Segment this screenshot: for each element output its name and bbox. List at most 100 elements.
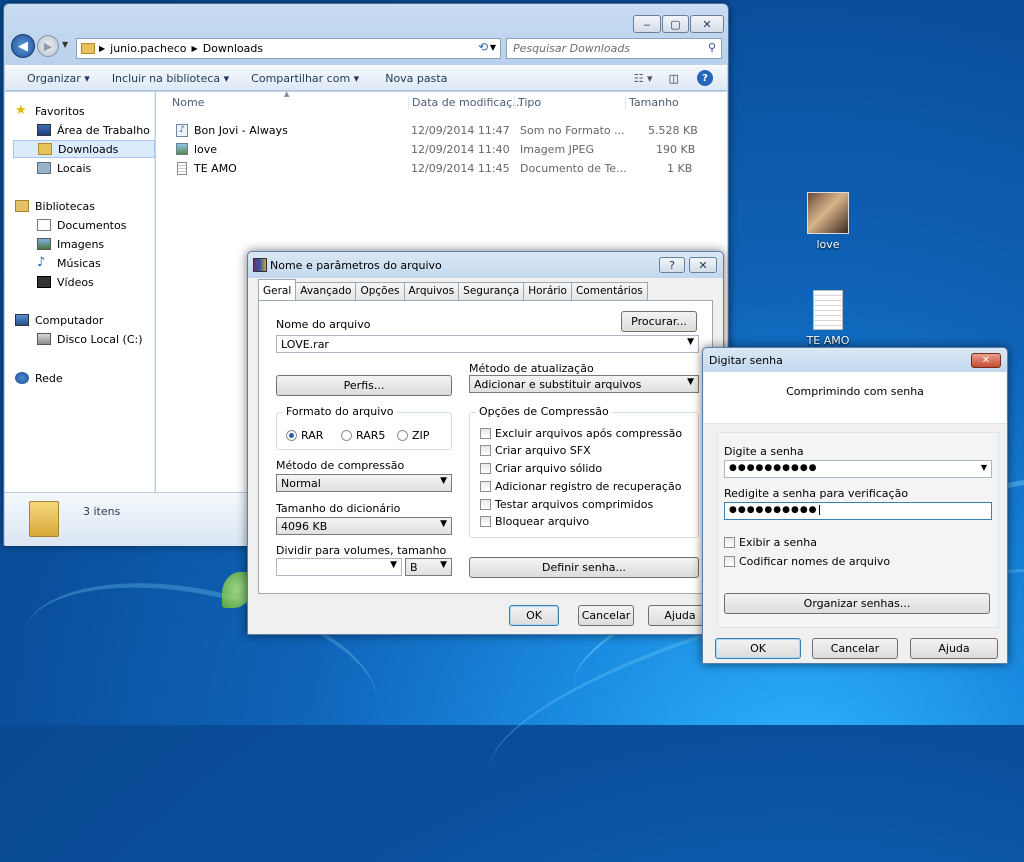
password-heading: Comprimindo com senha [786, 385, 924, 398]
tab-avancado[interactable]: Avançado [295, 282, 357, 300]
archive-format-group: Formato do arquivo RAR RAR5 ZIP [276, 405, 452, 450]
profiles-button[interactable]: Perfis... [276, 375, 452, 396]
desktop-icon-love[interactable]: love [800, 192, 856, 251]
reenter-password-input[interactable]: ●●●●●●●●●● [724, 502, 992, 520]
command-bar: Organizar ▾ Incluir na biblioteca ▾ Comp… [5, 65, 727, 91]
chevron-down-icon[interactable]: ▼ [981, 463, 987, 472]
lock-archive-checkbox[interactable]: Bloquear arquivo [480, 515, 589, 528]
item-count: 3 itens [83, 505, 121, 518]
tab-arquivos[interactable]: Arquivos [403, 282, 460, 300]
tab-opcoes[interactable]: Opções [355, 282, 405, 300]
split-size-field[interactable]: ▼ [276, 558, 402, 576]
chevron-down-icon[interactable]: ▼ [687, 337, 694, 347]
delete-after-checkbox[interactable]: Excluir arquivos após compressão [480, 427, 682, 440]
dictionary-size-select[interactable]: 4096 KB ▼ [276, 517, 452, 535]
nav-downloads[interactable]: Downloads [13, 140, 155, 158]
tab-horario[interactable]: Horário [523, 282, 572, 300]
dialog-title: Digitar senha [709, 353, 783, 367]
share-menu[interactable]: Compartilhar com ▾ [251, 72, 359, 85]
format-rar-radio[interactable]: RAR [286, 429, 323, 442]
table-row[interactable]: love 12/09/2014 11:40 Imagem JPEG 190 KB [156, 141, 716, 159]
chevron-down-icon[interactable]: ▼ [390, 560, 397, 570]
organize-passwords-button[interactable]: Organizar senhas... [724, 593, 990, 614]
back-button[interactable]: ◀ [11, 34, 35, 58]
breadcrumb-downloads[interactable]: Downloads [203, 42, 263, 55]
photo-icon [807, 192, 849, 234]
refresh-icon[interactable]: ⟲ [478, 40, 488, 54]
image-icon [37, 238, 51, 250]
maximize-button[interactable]: ▢ [662, 15, 689, 33]
column-date[interactable]: Data de modificaç... [408, 96, 523, 109]
column-size[interactable]: Tamanho [625, 96, 679, 109]
create-sfx-checkbox[interactable]: Criar arquivo SFX [480, 444, 591, 457]
split-unit-select[interactable]: B ▼ [405, 558, 452, 576]
archive-name-field[interactable]: LOVE.rar ▼ [276, 335, 699, 353]
close-button[interactable]: ✕ [689, 257, 717, 273]
nav-places[interactable]: Locais [37, 159, 91, 177]
archive-params-dialog: Nome e parâmetros do arquivo ? ✕ Geral A… [247, 251, 724, 635]
help-icon[interactable]: ? [697, 70, 713, 86]
nav-desktop[interactable]: Área de Trabalho [37, 121, 150, 139]
nav-images[interactable]: Imagens [37, 235, 104, 253]
help-title-button[interactable]: ? [659, 257, 685, 273]
sort-ascending-icon: ▲ [284, 90, 290, 98]
update-method-label: Método de atualização [469, 362, 594, 375]
ok-button[interactable]: OK [715, 638, 801, 659]
format-rar5-radio[interactable]: RAR5 [341, 429, 385, 442]
browse-button[interactable]: Procurar... [621, 311, 697, 332]
include-library-menu[interactable]: Incluir na biblioteca ▾ [112, 72, 229, 85]
tab-seguranca[interactable]: Segurança [458, 282, 525, 300]
nav-favorites[interactable]: ★ Favoritos [15, 102, 85, 120]
recovery-record-checkbox[interactable]: Adicionar registro de recuperação [480, 480, 681, 493]
compression-method-select[interactable]: Normal ▼ [276, 474, 452, 492]
film-icon [37, 276, 51, 288]
address-dropdown-icon[interactable]: ▼ [490, 43, 496, 52]
column-type[interactable]: Tipo [514, 96, 541, 109]
dialog-title: Nome e parâmetros do arquivo [270, 258, 442, 272]
search-input[interactable]: Pesquisar Downloads ⚲ [506, 38, 722, 59]
text-document-icon [813, 290, 843, 330]
close-button[interactable]: ✕ [690, 15, 724, 33]
text-file-icon [177, 162, 187, 175]
table-row[interactable]: TE AMO 12/09/2014 11:45 Documento de Te.… [156, 160, 716, 178]
address-bar[interactable]: ▶ junio.pacheco ▶ Downloads ▼ [76, 38, 501, 59]
recent-pages-chevron-down-icon[interactable]: ▼ [62, 40, 68, 49]
nav-local-disk[interactable]: Disco Local (C:) [37, 330, 143, 348]
audio-file-icon: ♪ [176, 124, 188, 137]
set-password-button[interactable]: Definir senha... [469, 557, 699, 578]
update-method-select[interactable]: Adicionar e substituir arquivos ▼ [469, 375, 699, 393]
breadcrumb-user[interactable]: junio.pacheco [110, 42, 186, 55]
nav-libraries[interactable]: Bibliotecas [15, 197, 95, 215]
breadcrumb-separator-icon: ▶ [99, 44, 106, 53]
compression-method-label: Método de compressão [276, 459, 405, 472]
nav-network[interactable]: Rede [15, 369, 63, 387]
organize-menu[interactable]: Organizar ▾ [27, 72, 90, 85]
test-files-checkbox[interactable]: Testar arquivos comprimidos [480, 498, 653, 511]
tab-geral[interactable]: Geral [258, 279, 297, 300]
preview-pane-icon[interactable]: ◫ [669, 72, 679, 85]
nav-computer[interactable]: Computador [15, 311, 103, 329]
ok-button[interactable]: OK [509, 605, 559, 626]
nav-videos[interactable]: Vídeos [37, 273, 94, 291]
desktop-icon-te-amo[interactable]: TE AMO [800, 290, 856, 347]
cancel-button[interactable]: Cancelar [812, 638, 898, 659]
desktop-icon-label: TE AMO [806, 334, 850, 347]
help-button[interactable]: Ajuda [910, 638, 998, 659]
music-note-icon: ♪ [37, 255, 46, 270]
forward-button[interactable]: ▶ [37, 35, 59, 57]
cancel-button[interactable]: Cancelar [578, 605, 634, 626]
nav-documents[interactable]: Documentos [37, 216, 126, 234]
show-password-checkbox[interactable]: Exibir a senha [724, 536, 817, 549]
table-row[interactable]: ♪ Bon Jovi - Always 12/09/2014 11:47 Som… [156, 122, 716, 140]
close-button[interactable]: ✕ [971, 353, 1001, 368]
password-input[interactable]: ●●●●●●●●●● ▼ [724, 460, 992, 478]
tab-comentarios[interactable]: Comentários [570, 282, 648, 300]
view-options-icon[interactable]: ☷ ▾ [634, 72, 653, 85]
nav-music[interactable]: ♪ Músicas [37, 254, 101, 272]
solid-archive-checkbox[interactable]: Criar arquivo sólido [480, 462, 602, 475]
minimize-button[interactable]: ‒ [633, 15, 661, 33]
encrypt-filenames-checkbox[interactable]: Codificar nomes de arquivo [724, 555, 890, 568]
new-folder-button[interactable]: Nova pasta [385, 72, 447, 85]
column-name[interactable]: Nome [172, 96, 204, 109]
format-zip-radio[interactable]: ZIP [397, 429, 429, 442]
